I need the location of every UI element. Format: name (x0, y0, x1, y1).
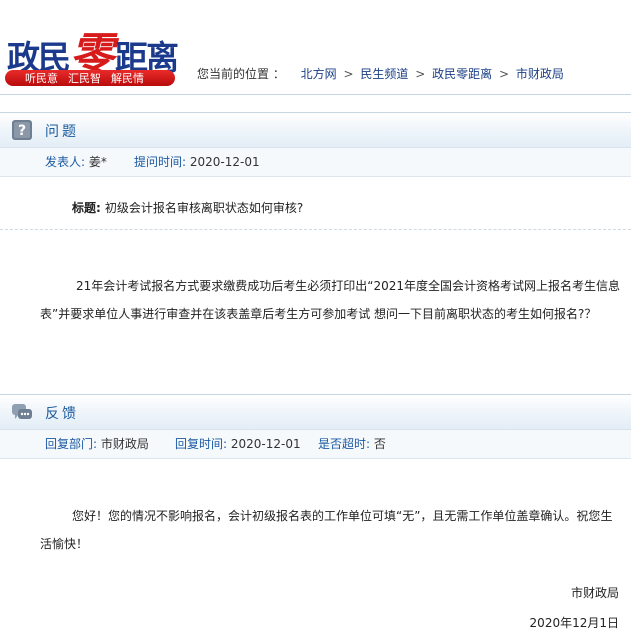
breadcrumb-link-beifangwang[interactable]: 北方网 (301, 67, 337, 81)
overdue-info: 是否超时: 否 (318, 430, 386, 458)
breadcrumb: 您当前的位置 ： 北方网 > 民生频道 > 政民零距离 > 市财政局 (197, 65, 564, 82)
slogan-item: 听民意 (25, 72, 58, 85)
ask-time-label: 提问时间: (134, 155, 187, 169)
slogan-bar: 听民意 汇民智 解民情 (5, 70, 175, 86)
poster-info: 发表人: 姜* (45, 148, 107, 176)
poster-value: 姜* (88, 155, 107, 169)
svg-text:?: ? (18, 123, 26, 139)
header-divider (0, 94, 631, 95)
breadcrumb-separator: > (498, 67, 510, 81)
site-header: 政民零距离 听民意 汇民智 解民情 您当前的位置 ： 北方网 > 民生频道 > … (0, 0, 631, 92)
answer-section-header: 反馈 (0, 394, 631, 430)
breadcrumb-separator: > (415, 67, 426, 81)
question-mark-icon: ? (12, 120, 32, 140)
overdue-label: 是否超时: (318, 437, 371, 451)
question-section-title: 问题 (45, 124, 79, 140)
overdue-value: 否 (373, 437, 386, 451)
site-logo[interactable]: 政民零距离 听民意 汇民智 解民情 (3, 4, 179, 86)
ask-time-info: 提问时间: 2020-12-01 (134, 148, 260, 176)
question-section-header: ? 问题 (0, 112, 631, 148)
question-title-row: 标题: 初级会计报名审核离职状态如何审核? (72, 199, 303, 216)
question-body: 21年会计考试报名方式要求缴费成功后考生必须打印出“2021年度全国会计资格考试… (40, 279, 621, 321)
ask-time-value: 2020-12-01 (189, 155, 260, 169)
breadcrumb-link-zhengmin[interactable]: 政民零距离 (432, 67, 492, 81)
question-title-text: 初级会计报名审核离职状态如何审核? (104, 201, 304, 215)
breadcrumb-separator: > (343, 67, 354, 81)
reply-dept-value: 市财政局 (100, 437, 149, 451)
breadcrumb-prefix: 您当前的位置 ： (197, 67, 285, 81)
reply-time-info: 回复时间: 2020-12-01 (175, 430, 301, 458)
breadcrumb-link-caizhengju[interactable]: 市财政局 (516, 67, 564, 81)
reply-dept-info: 回复部门: 市财政局 (45, 430, 149, 458)
answer-date: 2020年12月1日 (529, 616, 619, 630)
slogan-item: 汇民智 (68, 72, 101, 85)
reply-dept-label: 回复部门: (45, 437, 98, 451)
question-title-divider (0, 229, 631, 230)
chat-bubble-icon (12, 404, 32, 419)
breadcrumb-link-minsheng[interactable]: 民生频道 (360, 67, 408, 81)
slogan-item: 解民情 (111, 72, 144, 85)
poster-label: 发表人: (45, 155, 86, 169)
answer-body: 您好！您的情况不影响报名，会计初级报名表的工作单位可填“无”，且无需工作单位盖章… (40, 509, 613, 551)
question-title-label: 标题: (72, 201, 101, 215)
question-meta-row: 发表人: 姜* 提问时间: 2020-12-01 (0, 148, 631, 177)
reply-time-value: 2020-12-01 (230, 437, 301, 451)
answer-signature: 市财政局 (570, 586, 619, 600)
answer-section-title: 反馈 (45, 406, 79, 422)
answer-meta-row: 回复部门: 市财政局 回复时间: 2020-12-01 是否超时: 否 (0, 430, 631, 459)
reply-time-label: 回复时间: (175, 437, 228, 451)
